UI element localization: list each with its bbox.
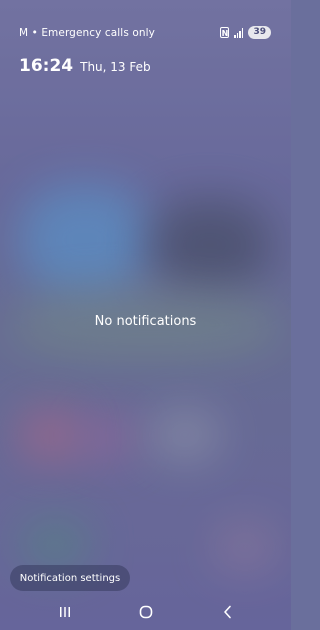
back-button[interactable] xyxy=(218,602,238,622)
home-icon xyxy=(139,605,153,619)
navigation-bar xyxy=(0,598,291,626)
carrier-status: M • Emergency calls only xyxy=(19,27,155,39)
recents-button[interactable] xyxy=(55,602,75,622)
back-icon xyxy=(224,605,231,619)
clock-time: 16:24 xyxy=(19,56,74,76)
status-icons: N 39 xyxy=(220,26,271,39)
recents-icon xyxy=(60,607,70,617)
battery-badge: 39 xyxy=(248,26,271,39)
nfc-icon: N xyxy=(220,27,230,38)
empty-notifications-message: No notifications xyxy=(94,314,197,329)
notification-settings-button[interactable]: Notification settings xyxy=(10,565,130,591)
clock-date: Thu, 13 Feb xyxy=(80,60,151,74)
home-button[interactable] xyxy=(136,602,156,622)
signal-icon xyxy=(234,27,244,38)
status-bar: M • Emergency calls only N 39 xyxy=(0,22,291,46)
clock-row: 16:24 Thu, 13 Feb xyxy=(19,56,151,76)
